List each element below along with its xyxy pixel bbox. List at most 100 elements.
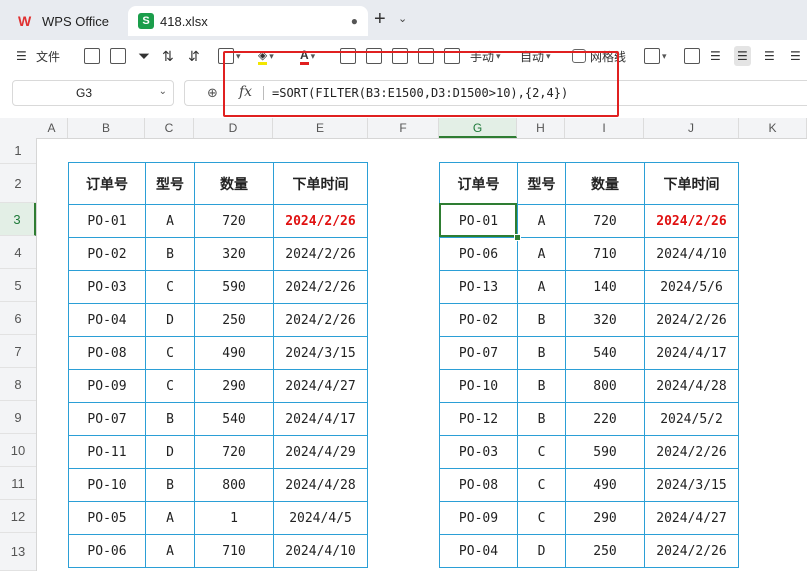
table-cell[interactable]: C [145, 270, 195, 304]
table-cell[interactable]: PO-03 [68, 270, 146, 304]
table-cell[interactable]: B [145, 402, 195, 436]
table-cell[interactable]: 250 [194, 303, 274, 337]
table-cell[interactable]: B [517, 303, 566, 337]
header-cell[interactable]: 型号 [145, 162, 195, 205]
table-cell[interactable]: 2024/2/26 [273, 303, 368, 337]
table-cell[interactable]: 2024/2/26 [644, 303, 739, 337]
table-cell[interactable]: PO-09 [439, 501, 518, 535]
column-header-H[interactable]: H [517, 118, 565, 138]
sort-desc-button[interactable]: ⇵ [188, 46, 200, 66]
format-number-button[interactable] [84, 46, 100, 66]
table-cell[interactable]: B [145, 468, 195, 502]
table-cell[interactable]: A [145, 204, 195, 238]
sort-asc-button[interactable]: ⇅ [162, 46, 174, 66]
table-cell[interactable]: 800 [194, 468, 274, 502]
column-header-D[interactable]: D [194, 118, 273, 138]
table-cell[interactable]: 2024/4/10 [644, 237, 739, 271]
table-cell[interactable]: 2024/4/28 [273, 468, 368, 502]
table-cell[interactable]: 710 [194, 534, 274, 568]
table-cell[interactable]: 2024/2/26 [273, 237, 368, 271]
table-cell[interactable]: 2024/4/5 [273, 501, 368, 535]
tab-wps-office[interactable]: W WPS Office [8, 6, 124, 36]
table-cell[interactable]: 590 [565, 435, 645, 469]
table-cell[interactable]: 800 [565, 369, 645, 403]
table-cell[interactable]: 540 [194, 402, 274, 436]
row-header-10[interactable]: 10 [0, 434, 36, 467]
table-cell[interactable]: D [145, 303, 195, 337]
column-header-J[interactable]: J [644, 118, 739, 138]
table-cell[interactable]: D [145, 435, 195, 469]
table-cell[interactable]: PO-07 [68, 402, 146, 436]
row-header-12[interactable]: 12 [0, 500, 36, 533]
table-cell[interactable]: PO-04 [68, 303, 146, 337]
fill-handle[interactable] [514, 234, 521, 241]
table-style-button[interactable]: ▾ [644, 46, 667, 66]
name-box[interactable]: G3 ⌄ [12, 80, 174, 106]
table-cell[interactable]: 290 [194, 369, 274, 403]
table-cell[interactable]: C [517, 501, 566, 535]
table-cell[interactable]: C [517, 435, 566, 469]
table-cell[interactable]: 2024/3/15 [273, 336, 368, 370]
new-tab-button[interactable]: + [374, 8, 386, 31]
align-right-button[interactable]: ☰ [764, 46, 775, 66]
table-cell[interactable]: B [517, 369, 566, 403]
table-cell[interactable]: 710 [565, 237, 645, 271]
table-cell[interactable]: 140 [565, 270, 645, 304]
table-cell[interactable]: 320 [194, 237, 274, 271]
align-center-button[interactable]: ☰ [734, 46, 751, 66]
table-cell[interactable]: PO-02 [68, 237, 146, 271]
table-cell[interactable]: 2024/4/27 [644, 501, 739, 535]
row-header-6[interactable]: 6 [0, 302, 36, 335]
column-header-B[interactable]: B [68, 118, 145, 138]
row-header-1[interactable]: 1 [0, 138, 36, 164]
filter-button[interactable]: ⏷ [138, 46, 150, 66]
table-cell[interactable]: 2024/2/26 [644, 204, 739, 238]
table-cell[interactable]: B [145, 237, 195, 271]
table-cell[interactable]: PO-02 [439, 303, 518, 337]
table-cell[interactable]: 250 [565, 534, 645, 568]
zoom-icon[interactable]: ⊕ [207, 85, 218, 101]
table-cell[interactable]: 2024/4/28 [644, 369, 739, 403]
justify-button[interactable]: ☰ [790, 46, 801, 66]
table-cell[interactable]: PO-12 [439, 402, 518, 436]
table-cell[interactable]: 540 [565, 336, 645, 370]
table-cell[interactable]: PO-11 [68, 435, 146, 469]
table-cell[interactable]: 2024/5/2 [644, 402, 739, 436]
table-cell[interactable]: C [145, 336, 195, 370]
column-header-A[interactable]: A [36, 118, 68, 138]
tab-file[interactable]: S 418.xlsx ● [128, 6, 368, 36]
table-cell[interactable]: 2024/2/26 [273, 270, 368, 304]
table-cell[interactable]: 490 [565, 468, 645, 502]
file-menu[interactable]: 文件 [36, 46, 60, 66]
table-cell[interactable]: 2024/2/26 [644, 534, 739, 568]
row-header-5[interactable]: 5 [0, 269, 36, 302]
active-cell-selection[interactable] [439, 203, 517, 237]
table-cell[interactable]: 590 [194, 270, 274, 304]
table-cell[interactable]: A [145, 534, 195, 568]
table-cell[interactable]: 2024/3/15 [644, 468, 739, 502]
chevron-down-icon[interactable]: ⌄ [159, 86, 167, 97]
table-cell[interactable]: A [517, 270, 566, 304]
table-cell[interactable]: 2024/4/27 [273, 369, 368, 403]
table-cell[interactable]: PO-06 [439, 237, 518, 271]
table-cell[interactable]: A [145, 501, 195, 535]
column-header-C[interactable]: C [145, 118, 194, 138]
table-cell[interactable]: 490 [194, 336, 274, 370]
table-cell[interactable]: PO-04 [439, 534, 518, 568]
table-cell[interactable]: 290 [565, 501, 645, 535]
header-cell[interactable]: 订单号 [439, 162, 518, 205]
column-header-I[interactable]: I [565, 118, 644, 138]
table-cell[interactable]: 2024/2/26 [644, 435, 739, 469]
header-cell[interactable]: 下单时间 [644, 162, 739, 205]
column-header-E[interactable]: E [273, 118, 368, 138]
table-cell[interactable]: PO-06 [68, 534, 146, 568]
row-header-13[interactable]: 13 [0, 533, 36, 571]
table-cell[interactable]: C [145, 369, 195, 403]
menu-button[interactable]: ☰ [16, 46, 27, 66]
table-cell[interactable]: 2024/4/17 [273, 402, 368, 436]
table-cell[interactable]: PO-01 [68, 204, 146, 238]
table-cell[interactable]: B [517, 336, 566, 370]
header-cell[interactable]: 订单号 [68, 162, 146, 205]
table-cell[interactable]: PO-10 [439, 369, 518, 403]
table-cell[interactable]: 2024/4/17 [644, 336, 739, 370]
